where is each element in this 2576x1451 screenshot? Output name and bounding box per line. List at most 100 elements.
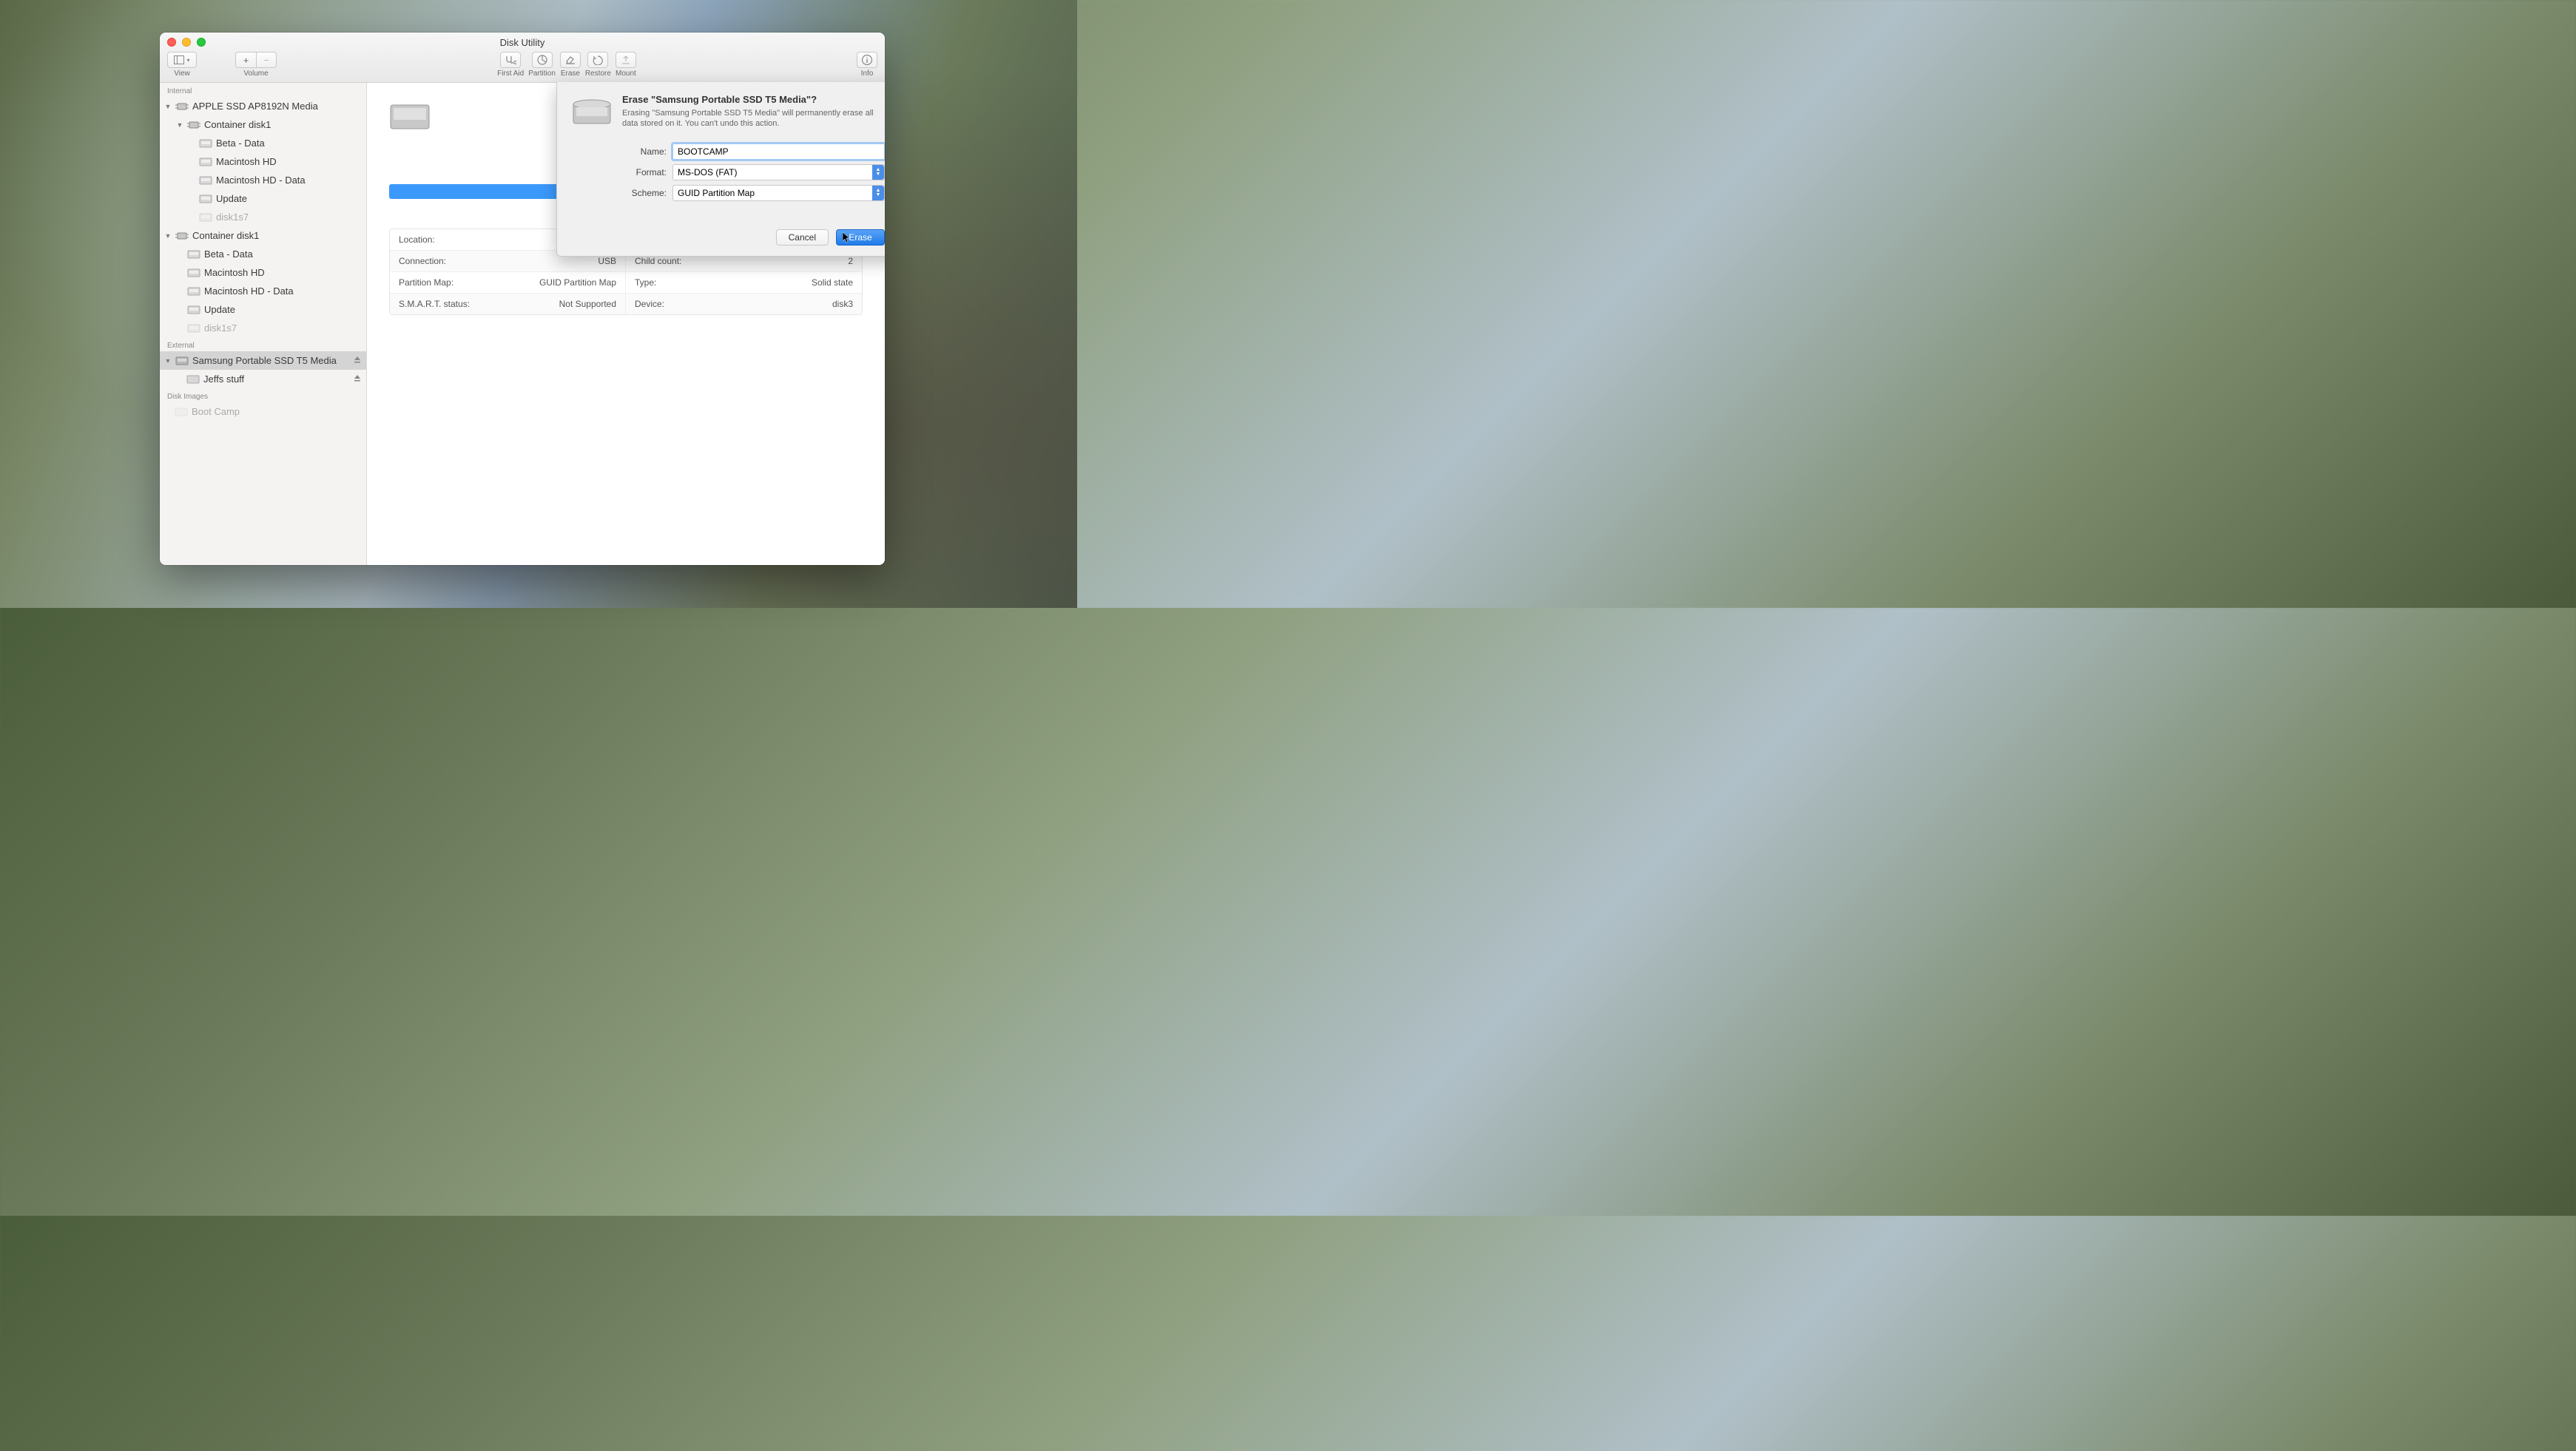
window-title: Disk Utility bbox=[160, 37, 885, 48]
detail-key: Child count: bbox=[635, 256, 681, 266]
external-disk-icon bbox=[175, 356, 189, 366]
detail-value: 2 bbox=[848, 256, 853, 266]
detail-row: Device:disk3 bbox=[626, 294, 862, 314]
name-label: Name: bbox=[607, 146, 667, 157]
restore-button[interactable] bbox=[587, 52, 608, 68]
erase-label: Erase bbox=[561, 70, 580, 78]
volume-icon bbox=[187, 249, 200, 260]
scheme-select[interactable]: GUID Partition Map ▲▼ bbox=[672, 185, 885, 201]
mount-button[interactable] bbox=[616, 52, 636, 68]
titlebar: Disk Utility ▾ View + − Volume bbox=[160, 33, 885, 83]
cancel-button[interactable]: Cancel bbox=[776, 229, 829, 246]
sidebar-item-label: Macintosh HD - Data bbox=[204, 285, 362, 297]
minus-icon: − bbox=[263, 55, 269, 66]
erase-sheet: Erase "Samsung Portable SSD T5 Media"? E… bbox=[556, 82, 885, 257]
name-input[interactable] bbox=[672, 143, 885, 160]
restore-label: Restore bbox=[585, 70, 611, 78]
detail-key: Location: bbox=[399, 234, 435, 245]
volume-add-button[interactable]: + bbox=[235, 52, 256, 68]
sidebar-item[interactable]: Macintosh HD bbox=[160, 263, 366, 282]
sidebar-item[interactable]: Beta - Data bbox=[160, 245, 366, 263]
info-label: Info bbox=[861, 70, 874, 78]
disclosure-triangle-icon[interactable]: ▼ bbox=[164, 357, 172, 365]
volume-icon bbox=[187, 268, 200, 278]
sidebar-item[interactable]: Macintosh HD - Data bbox=[160, 282, 366, 300]
sidebar: Internal ▼APPLE SSD AP8192N Media▼Contai… bbox=[160, 83, 367, 565]
sidebar-item-label: Macintosh HD bbox=[216, 156, 362, 167]
sidebar-item[interactable]: Update bbox=[160, 189, 366, 208]
sidebar-item-volume[interactable]: Jeffs stuff bbox=[160, 370, 366, 388]
volume-icon bbox=[187, 323, 200, 334]
volume-icon bbox=[199, 138, 212, 149]
detail-key: S.M.A.R.T. status: bbox=[399, 299, 470, 309]
sidebar-item-label: disk1s7 bbox=[216, 212, 362, 223]
detail-row: Type:Solid state bbox=[626, 272, 862, 294]
detail-value: Solid state bbox=[812, 277, 853, 288]
volume-icon bbox=[199, 175, 212, 186]
sidebar-item[interactable]: ▼APPLE SSD AP8192N Media bbox=[160, 97, 366, 115]
sidebar-item-external-disk[interactable]: ▼ Samsung Portable SSD T5 Media bbox=[160, 351, 366, 370]
scheme-value: GUID Partition Map bbox=[678, 188, 755, 198]
volume-remove-button[interactable]: − bbox=[256, 52, 277, 68]
info-icon bbox=[861, 54, 873, 66]
detail-row: Partition Map:GUID Partition Map bbox=[390, 272, 626, 294]
view-label: View bbox=[174, 70, 190, 78]
select-arrows-icon: ▲▼ bbox=[872, 186, 884, 200]
sidebar-item[interactable]: disk1s7 bbox=[160, 319, 366, 337]
info-button[interactable] bbox=[857, 52, 877, 68]
sidebar-item-label: Container disk1 bbox=[204, 119, 362, 130]
sidebar-section-diskimages: Disk Images bbox=[160, 388, 366, 402]
scheme-label: Scheme: bbox=[607, 188, 667, 198]
disclosure-triangle-icon[interactable]: ▼ bbox=[176, 121, 183, 129]
stethoscope-icon bbox=[505, 55, 516, 65]
chip-icon bbox=[175, 231, 189, 241]
volume-icon bbox=[187, 305, 200, 315]
sidebar-item-label: Boot Camp bbox=[192, 406, 362, 417]
disclosure-triangle-icon[interactable]: ▼ bbox=[164, 232, 172, 240]
sidebar-item-label: disk1s7 bbox=[204, 322, 362, 334]
detail-value: USB bbox=[598, 256, 616, 266]
restore-icon bbox=[592, 55, 604, 65]
sidebar-item[interactable]: Update bbox=[160, 300, 366, 319]
sidebar-item[interactable]: ▼Container disk1 bbox=[160, 226, 366, 245]
first-aid-label: First Aid bbox=[497, 70, 524, 78]
erase-confirm-button[interactable]: Erase bbox=[836, 229, 885, 246]
main-content: Samsung Portable SSD T5 Media 1 TB Locat… bbox=[367, 83, 885, 565]
sidebar-item-label: Beta - Data bbox=[204, 248, 362, 260]
volume-icon bbox=[199, 194, 212, 204]
view-button[interactable]: ▾ bbox=[167, 52, 197, 68]
eject-icon[interactable] bbox=[353, 355, 362, 366]
toolbar: ▾ View + − Volume First Aid bbox=[160, 52, 885, 82]
sidebar-item[interactable]: Macintosh HD bbox=[160, 152, 366, 171]
erase-button[interactable] bbox=[560, 52, 581, 68]
disk-icon bbox=[389, 101, 431, 137]
sidebar-item[interactable]: Macintosh HD - Data bbox=[160, 171, 366, 189]
volume-icon bbox=[187, 286, 200, 297]
volume-label: Volume bbox=[243, 70, 268, 78]
sidebar-item-diskimage[interactable]: Boot Camp bbox=[160, 402, 366, 421]
format-select[interactable]: MS-DOS (FAT) ▲▼ bbox=[672, 164, 885, 180]
partition-label: Partition bbox=[528, 70, 556, 78]
detail-value: disk3 bbox=[832, 299, 853, 309]
sidebar-icon bbox=[174, 55, 184, 64]
sidebar-item[interactable]: ▼ Container disk1 bbox=[160, 115, 366, 134]
sidebar-item-label: Macintosh HD - Data bbox=[216, 175, 362, 186]
first-aid-button[interactable] bbox=[500, 52, 521, 68]
chip-icon bbox=[175, 101, 189, 112]
mount-icon bbox=[621, 55, 631, 65]
pie-icon bbox=[536, 54, 548, 66]
modal-title: Erase "Samsung Portable SSD T5 Media"? bbox=[622, 94, 885, 105]
sidebar-item[interactable]: Beta - Data bbox=[160, 134, 366, 152]
sidebar-item-label: Macintosh HD bbox=[204, 267, 362, 278]
sidebar-item[interactable]: disk1s7 bbox=[160, 208, 366, 226]
external-volume-icon bbox=[186, 374, 200, 385]
sidebar-section-external: External bbox=[160, 337, 366, 351]
disk-image-icon bbox=[175, 407, 188, 417]
eject-icon[interactable] bbox=[353, 373, 362, 385]
sidebar-item-label: Samsung Portable SSD T5 Media bbox=[192, 355, 349, 366]
chip-icon bbox=[187, 120, 200, 130]
disclosure-triangle-icon[interactable]: ▼ bbox=[164, 103, 172, 110]
mount-label: Mount bbox=[616, 70, 636, 78]
partition-button[interactable] bbox=[532, 52, 553, 68]
format-label: Format: bbox=[607, 167, 667, 177]
